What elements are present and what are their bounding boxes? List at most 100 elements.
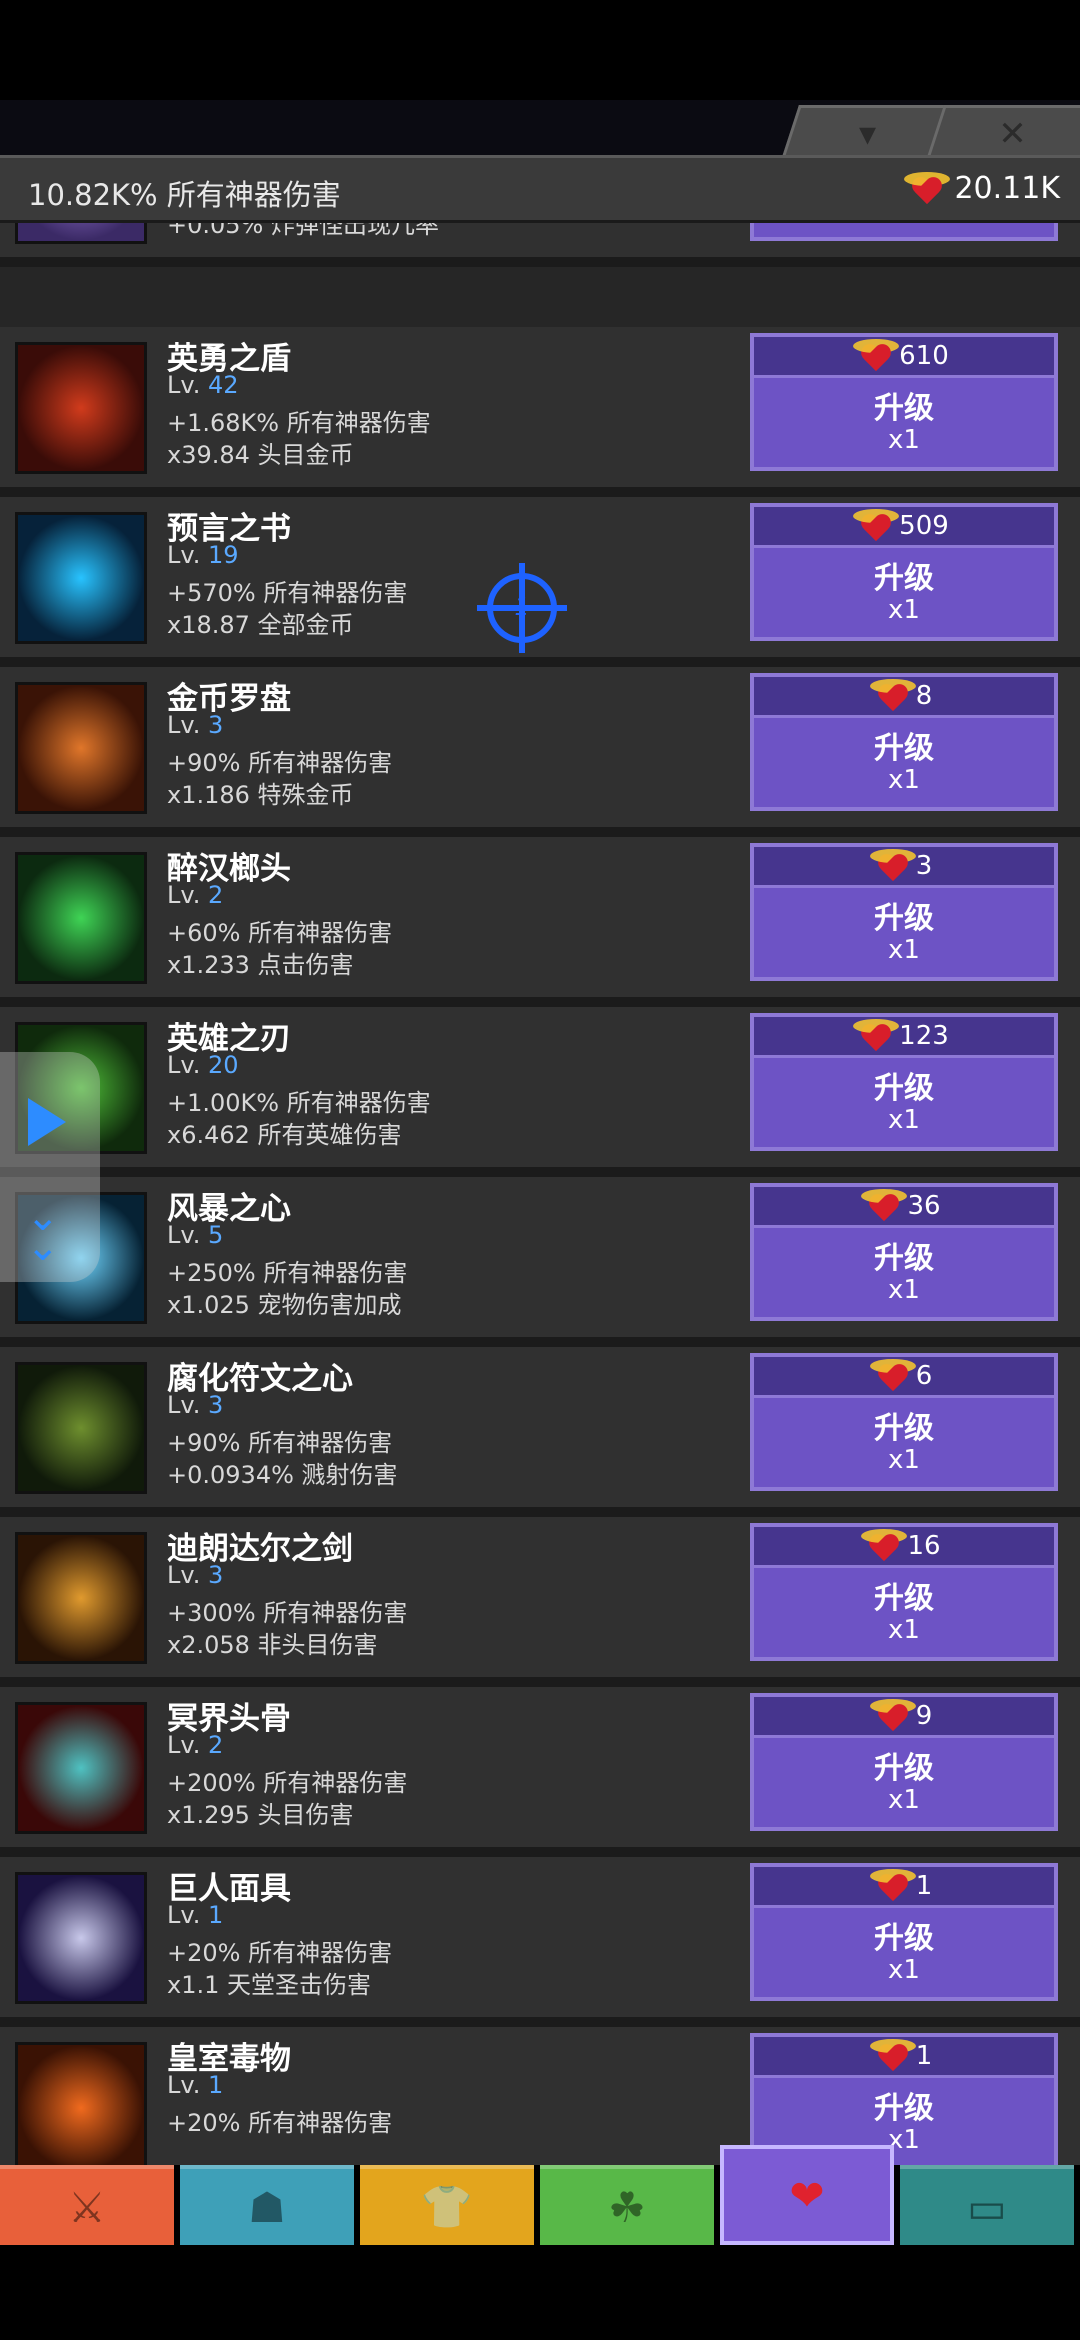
bottom-tab[interactable]: ⚔ <box>0 2165 174 2245</box>
chevron-down-icon: ▾ <box>858 114 877 154</box>
upgrade-cost: 8 <box>754 677 1054 718</box>
artifact-effect-primary: +20% 所有神器伤害 <box>167 1939 393 1967</box>
artifact-image <box>15 342 147 474</box>
relic-heart-icon <box>861 1529 908 1561</box>
helmet-icon: ☗ <box>248 2182 286 2232</box>
upgrade-cost: 3 <box>754 847 1054 888</box>
play-icon[interactable] <box>28 1098 66 1146</box>
artifact-effect-secondary: x2.058 非头目伤害 <box>167 1631 378 1659</box>
close-icon: ✕ <box>998 114 1027 154</box>
artifact-level: Lv. 5 <box>167 1221 224 1249</box>
artifact-level: Lv. 2 <box>167 881 224 909</box>
artifact-panel[interactable]: Lv. 1 +300% 所有神器伤害 +0.05% 炸弹怪出现几率 升级 x1 … <box>0 155 1080 2165</box>
artifact-effect-secondary: x1.186 特殊金币 <box>167 781 354 809</box>
upgrade-multiplier: x1 <box>888 1955 920 1985</box>
upgrade-label: 升级 <box>874 1241 934 1276</box>
upgrade-multiplier: x1 <box>888 1615 920 1645</box>
upgrade-label: 升级 <box>874 1751 934 1786</box>
artifact-level: Lv. 3 <box>167 1391 224 1419</box>
relic-heart-icon <box>869 1869 916 1901</box>
relic-currency: 20.11K <box>904 171 1060 206</box>
artifact-effect-secondary: x1.025 宠物伤害加成 <box>167 1291 402 1319</box>
artifact-effect-primary: +1.00K% 所有神器伤害 <box>167 1089 431 1117</box>
upgrade-button[interactable]: 3 升级 x1 <box>750 843 1058 981</box>
upgrade-label: 升级 <box>874 1581 934 1616</box>
artifact-effect-secondary: x1.1 天堂圣击伤害 <box>167 1971 371 1999</box>
artifact-level: Lv. 2 <box>167 1731 224 1759</box>
upgrade-cost: 509 <box>754 507 1054 548</box>
artifact-level: Lv. 42 <box>167 371 239 399</box>
artifact-image <box>15 1702 147 1834</box>
upgrade-button[interactable]: 1 升级 x1 <box>750 1863 1058 2001</box>
relic-heart-icon <box>904 171 951 204</box>
upgrade-label: 升级 <box>874 561 934 596</box>
upgrade-label: 升级 <box>874 901 934 936</box>
artifact-row: 腐化符文之心 Lv. 3 +90% 所有神器伤害 +0.0934% 溅射伤害 6… <box>0 1347 1080 1517</box>
bottom-tab[interactable]: ☗ <box>180 2165 354 2245</box>
upgrade-button[interactable]: 36 升级 x1 <box>750 1183 1058 1321</box>
upgrade-button[interactable]: 8 升级 x1 <box>750 673 1058 811</box>
artifact-effect-secondary: x6.462 所有英雄伤害 <box>167 1121 402 1149</box>
upgrade-button[interactable]: 123 升级 x1 <box>750 1013 1058 1151</box>
bottom-tab[interactable]: ❤ <box>720 2145 894 2245</box>
upgrade-cost: 9 <box>754 1697 1054 1738</box>
double-chevron-down-icon[interactable]: ⌄ ⌄ <box>26 1197 60 1267</box>
artifact-row: 醉汉榔头 Lv. 2 +60% 所有神器伤害 x1.233 点击伤害 3 升级 … <box>0 837 1080 1007</box>
upgrade-cost: 1 <box>754 2037 1054 2078</box>
upgrade-button[interactable]: 610 升级 x1 <box>750 333 1058 471</box>
relic-amount: 20.11K <box>954 171 1060 206</box>
artifact-row: 巨人面具 Lv. 1 +20% 所有神器伤害 x1.1 天堂圣击伤害 1 升级 … <box>0 1857 1080 2027</box>
artifact-level: Lv. 20 <box>167 1051 239 1079</box>
upgrade-label: 升级 <box>874 2091 934 2126</box>
upgrade-button[interactable]: 509 升级 x1 <box>750 503 1058 641</box>
artifact-level: Lv. 19 <box>167 541 239 569</box>
pet-icon: ☘ <box>608 2182 646 2232</box>
relic-heart-icon <box>869 849 916 881</box>
upgrade-button[interactable]: 16 升级 x1 <box>750 1523 1058 1661</box>
upgrade-cost: 123 <box>754 1017 1054 1058</box>
bottom-tab[interactable]: ☘ <box>540 2165 714 2245</box>
upgrade-label: 升级 <box>874 731 934 766</box>
upgrade-multiplier: x1 <box>888 425 920 455</box>
bottom-tab[interactable]: 👕 <box>360 2165 534 2245</box>
bottom-tab[interactable]: ▭ <box>900 2165 1074 2245</box>
artifact-level: Lv. 3 <box>167 1561 224 1589</box>
upgrade-multiplier: x1 <box>888 1445 920 1475</box>
relic-heart-icon <box>869 1699 916 1731</box>
artifact-row: 英勇之盾 Lv. 42 +1.68K% 所有神器伤害 x39.84 头目金币 6… <box>0 327 1080 497</box>
artifact-image <box>15 852 147 984</box>
upgrade-button[interactable]: 9 升级 x1 <box>750 1693 1058 1831</box>
winged-heart-icon: ❤ <box>789 2170 825 2220</box>
sword-icon: ⚔ <box>68 2182 106 2232</box>
artifact-image <box>15 1532 147 1664</box>
upgrade-label: 升级 <box>874 391 934 426</box>
artifact-level: Lv. 1 <box>167 2071 224 2099</box>
artifact-row: 迪朗达尔之剑 Lv. 3 +300% 所有神器伤害 x2.058 非头目伤害 1… <box>0 1517 1080 1687</box>
artifact-level: Lv. 3 <box>167 711 224 739</box>
artifact-effect-secondary: +0.0934% 溅射伤害 <box>167 1461 398 1489</box>
upgrade-multiplier: x1 <box>888 1275 920 1305</box>
close-panel-button[interactable]: ✕ <box>926 105 1080 160</box>
artifact-image <box>15 2042 147 2165</box>
artifact-effect-primary: +250% 所有神器伤害 <box>167 1259 408 1287</box>
artifact-image <box>15 1872 147 2004</box>
artifact-image <box>15 512 147 644</box>
upgrade-cost: 6 <box>754 1357 1054 1398</box>
artifact-level: Lv. 1 <box>167 1901 224 1929</box>
artifact-effect-secondary: x39.84 头目金币 <box>167 441 354 469</box>
upgrade-cost: 16 <box>754 1527 1054 1568</box>
shirt-icon: 👕 <box>420 2182 474 2231</box>
artifact-effect-primary: +1.68K% 所有神器伤害 <box>167 409 431 437</box>
upgrade-cost: 610 <box>754 337 1054 378</box>
relic-heart-icon <box>869 1359 916 1391</box>
floating-quick-panel[interactable]: ⌄ ⌄ <box>0 1052 100 1282</box>
relic-heart-icon <box>869 679 916 711</box>
status-bar-area <box>0 0 1080 100</box>
relic-heart-icon <box>853 1019 900 1051</box>
upgrade-cost: 36 <box>754 1187 1054 1228</box>
artifact-effect-primary: +570% 所有神器伤害 <box>167 579 408 607</box>
upgrade-button[interactable]: 6 升级 x1 <box>750 1353 1058 1491</box>
relic-heart-icon <box>869 2039 916 2071</box>
upgrade-cost: 1 <box>754 1867 1054 1908</box>
artifact-effect-primary: +90% 所有神器伤害 <box>167 749 393 777</box>
